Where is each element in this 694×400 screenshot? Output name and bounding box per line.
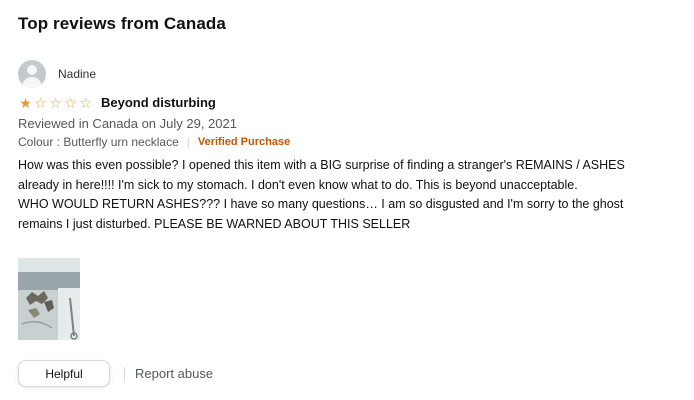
divider: | bbox=[186, 135, 190, 149]
review-date: Reviewed in Canada on July 29, 2021 bbox=[18, 116, 237, 131]
review-body: How was this even possible? I opened thi… bbox=[18, 156, 658, 234]
avatar-icon bbox=[18, 60, 46, 88]
review-image bbox=[18, 258, 80, 340]
section-title: Top reviews from Canada bbox=[18, 14, 226, 33]
divider bbox=[124, 366, 125, 381]
star-icon-empty: ☆ bbox=[34, 94, 47, 111]
variant-row: Colour : Butterfly urn necklace | Verifi… bbox=[18, 135, 290, 149]
helpful-button[interactable]: Helpful bbox=[18, 360, 110, 387]
review-body-paragraph: WHO WOULD RETURN ASHES??? I have so many… bbox=[18, 197, 624, 231]
reviewer-profile[interactable]: Nadine bbox=[18, 60, 96, 88]
reviewer-name[interactable]: Nadine bbox=[58, 67, 96, 81]
star-icon-empty: ☆ bbox=[64, 94, 77, 111]
star-icon-empty: ☆ bbox=[49, 94, 62, 111]
variant-link[interactable]: Colour : Butterfly urn necklace bbox=[18, 135, 179, 149]
star-rating[interactable]: ★ ☆ ☆ ☆ ☆ bbox=[18, 96, 93, 110]
review-body-paragraph: How was this even possible? I opened thi… bbox=[18, 158, 625, 192]
report-abuse-link[interactable]: Report abuse bbox=[135, 366, 213, 381]
star-icon-filled: ★ bbox=[19, 94, 32, 111]
star-icon-empty: ☆ bbox=[79, 94, 92, 111]
review-image-thumbnail[interactable] bbox=[18, 258, 80, 340]
review-actions: Helpful Report abuse bbox=[18, 360, 213, 387]
verified-purchase-badge[interactable]: Verified Purchase bbox=[198, 136, 290, 148]
rating-row: ★ ☆ ☆ ☆ ☆ Beyond disturbing bbox=[18, 95, 216, 110]
review-title[interactable]: Beyond disturbing bbox=[101, 95, 216, 110]
